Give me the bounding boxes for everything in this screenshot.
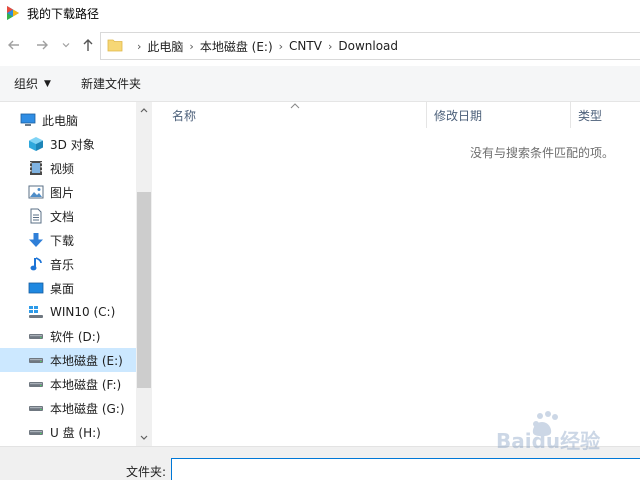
sidebar-item-desktop[interactable]: 桌面 [0, 276, 136, 300]
sidebar-item-label: 桌面 [50, 281, 75, 296]
column-divider[interactable] [570, 102, 571, 128]
sidebar-item-label: WIN10 (C:) [50, 305, 116, 319]
sidebar-item-label: 此电脑 [42, 113, 79, 128]
organize-button[interactable]: 组织 ▼ [14, 75, 51, 92]
windows-drive-icon [28, 304, 44, 320]
scrollbar-thumb[interactable] [137, 192, 151, 388]
breadcrumb-separator-icon[interactable]: › [137, 40, 141, 53]
sidebar-item-label: 3D 对象 [50, 137, 95, 152]
window-title: 我的下载路径 [27, 6, 100, 21]
column-header-type[interactable]: 类型 [578, 102, 602, 128]
breadcrumb-item[interactable]: › CNTV [273, 39, 322, 53]
breadcrumb-separator-icon[interactable]: › [189, 40, 193, 53]
breadcrumb-drive-e[interactable]: 本地磁盘 (E:) [200, 38, 273, 55]
address-bar[interactable]: › 此电脑 › 本地磁盘 (E:) › CNTV › Download [100, 32, 640, 60]
back-arrow-icon[interactable] [6, 37, 22, 53]
organize-label: 组织 [14, 77, 39, 91]
sidebar-item-drive-c[interactable]: WIN10 (C:) [0, 300, 136, 324]
documents-icon [28, 208, 44, 224]
drive-icon [28, 352, 44, 368]
command-bar: 组织 ▼ 新建文件夹 [0, 66, 640, 102]
3d-objects-icon [28, 136, 44, 152]
sidebar-item-label: 文档 [50, 209, 75, 224]
sidebar-item-label: 音乐 [50, 257, 75, 272]
empty-folder-message: 没有与搜索条件匹配的项。 [469, 146, 614, 160]
download-icon [28, 232, 44, 248]
column-divider[interactable] [426, 102, 427, 128]
drive-icon [28, 328, 44, 344]
breadcrumb-item[interactable]: › 此电脑 [131, 38, 183, 55]
drive-icon [28, 400, 44, 416]
sidebar-item-drive-d[interactable]: 软件 (D:) [0, 324, 136, 348]
column-header-date-modified[interactable]: 修改日期 [434, 102, 482, 128]
sidebar-item-this-pc[interactable]: 此电脑 [0, 108, 136, 132]
sidebar-item-pictures[interactable]: 图片 [0, 180, 136, 204]
sidebar-item-label: 本地磁盘 (E:) [50, 353, 123, 368]
filename-input[interactable] [171, 458, 640, 480]
sidebar-item-drive-f[interactable]: 本地磁盘 (F:) [0, 372, 136, 396]
breadcrumb-download[interactable]: Download [338, 39, 398, 53]
sidebar-item-drive-e[interactable]: 本地磁盘 (E:) [0, 348, 136, 372]
music-icon [28, 256, 44, 272]
video-icon [28, 160, 44, 176]
sidebar-item-label: 下载 [50, 233, 75, 248]
watermark-text: Baidu经验 [496, 429, 600, 453]
column-header-name[interactable]: 名称 [172, 102, 196, 128]
title-bar: 我的下载路径 [0, 0, 640, 26]
sidebar-item-label: 软件 (D:) [50, 329, 101, 344]
app-icon [5, 5, 21, 21]
sidebar-item-3d-objects[interactable]: 3D 对象 [0, 132, 136, 156]
sidebar-item-drive-g[interactable]: 本地磁盘 (G:) [0, 396, 136, 420]
forward-arrow-icon[interactable] [34, 37, 50, 53]
sidebar-item-label: U 盘 (H:) [50, 425, 101, 440]
computer-icon [20, 112, 36, 128]
baidu-watermark-logo: Baidu经验 [492, 408, 612, 458]
drive-icon [28, 424, 44, 440]
breadcrumb-this-pc[interactable]: 此电脑 [147, 38, 183, 55]
file-list[interactable]: 名称 修改日期 类型 没有与搜索条件匹配的项。 [152, 102, 640, 446]
sort-ascending-icon [290, 102, 300, 112]
sidebar-item-drive-h[interactable]: U 盘 (H:) [0, 420, 136, 444]
sidebar-item-downloads[interactable]: 下载 [0, 228, 136, 252]
folder-icon [107, 38, 123, 55]
up-arrow-icon[interactable] [80, 37, 96, 53]
breadcrumb-item[interactable]: › 本地磁盘 (E:) [183, 38, 272, 55]
scroll-down-icon[interactable] [136, 430, 152, 446]
caret-down-icon: ▼ [44, 78, 51, 89]
filename-label: 文件夹: [126, 465, 167, 479]
sidebar-item-videos[interactable]: 视频 [0, 156, 136, 180]
sidebar-item-label: 本地磁盘 (F:) [50, 377, 122, 392]
pictures-icon [28, 184, 44, 200]
breadcrumb-cntv[interactable]: CNTV [289, 39, 322, 53]
navigation-pane: 此电脑 3D 对象 视频 图片 文档 下载 音乐 桌面 WIN10 (C:) 软… [0, 102, 152, 446]
recent-locations-chevron-icon[interactable] [60, 37, 72, 53]
drive-icon [28, 376, 44, 392]
sidebar-item-documents[interactable]: 文档 [0, 204, 136, 228]
navigation-scrollbar[interactable] [136, 102, 152, 446]
breadcrumb-separator-icon[interactable]: › [328, 40, 332, 53]
sidebar-item-label: 视频 [50, 161, 75, 176]
sidebar-item-label: 本地磁盘 (G:) [50, 401, 125, 416]
scroll-up-icon[interactable] [136, 102, 152, 118]
breadcrumb-item[interactable]: › Download [322, 39, 398, 53]
desktop-icon [28, 280, 44, 296]
breadcrumb-separator-icon[interactable]: › [279, 40, 283, 53]
new-folder-button[interactable]: 新建文件夹 [81, 75, 141, 92]
navigation-row: › 此电脑 › 本地磁盘 (E:) › CNTV › Download [0, 26, 640, 66]
sidebar-item-label: 图片 [50, 185, 75, 200]
sidebar-item-music[interactable]: 音乐 [0, 252, 136, 276]
